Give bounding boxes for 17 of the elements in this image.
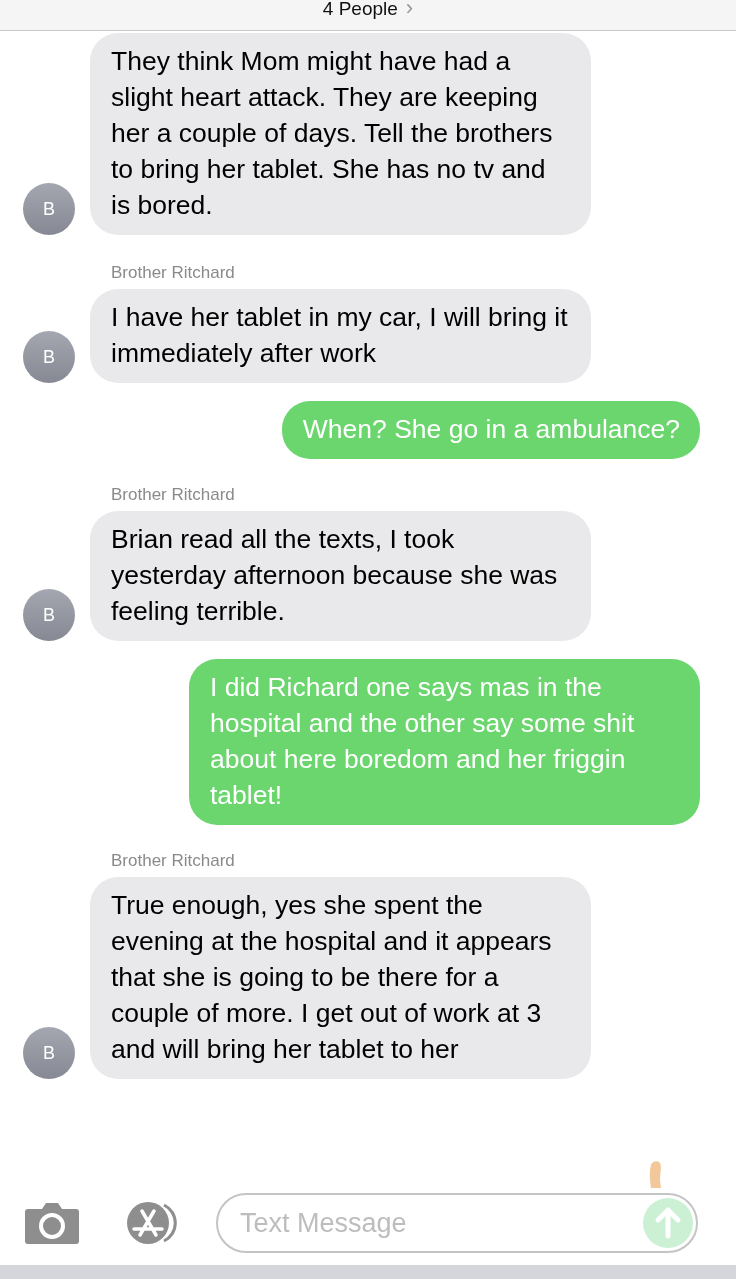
sender-name: Brother Ritchard [111,263,236,283]
message-input-field[interactable]: Text Message [216,1193,698,1253]
received-message-bubble: True enough, yes she spent the evening at the hospital and it appears that she is going to be there for a couple of more. I get out of work at 3 and will bring her tablet to her [90,877,591,1079]
avatar[interactable]: B [23,1027,75,1079]
received-message-bubble: They think Mom might have had a slight heart attack. They are keeping her a couple of days. Tell the brothers to bring her tablet. She has no tv and is bored. [90,33,591,235]
avatar[interactable]: B [23,589,75,641]
received-message-bubble: Brian read all the texts, I took yesterday afternoon because she was feeling terrible. [90,511,591,641]
avatar[interactable]: B [23,183,75,235]
sent-message-bubble: I did Richard one says mas in the hospital and the other say some shit about here boredom and her friggin tablet! [189,659,700,825]
avatar[interactable]: B [23,331,75,383]
chevron-icon[interactable]: › [405,0,414,16]
conversation-title[interactable]: 4 People [322,0,398,18]
received-message-bubble: I have her tablet in my car, I will bring it immediately after work [90,289,591,383]
sent-message-bubble: When? She go in a ambulance? [281,401,700,459]
sender-name: Brother Ritchard [111,851,236,871]
sender-name: Brother Ritchard [111,485,236,505]
camera-icon[interactable] [24,1201,80,1245]
